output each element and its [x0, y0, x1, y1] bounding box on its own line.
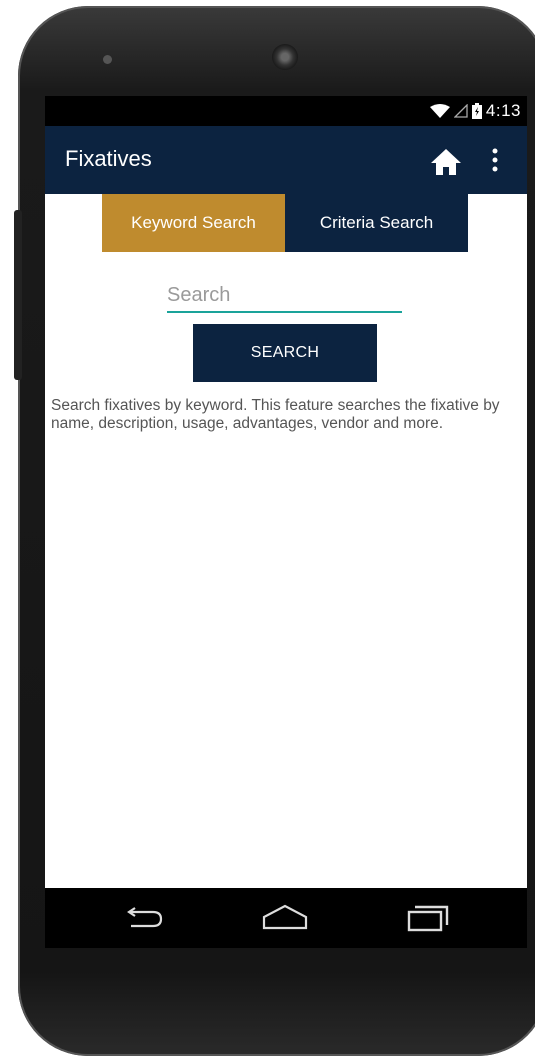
battery-icon — [471, 103, 482, 119]
status-bar: 4:13 — [45, 96, 527, 126]
wifi-icon — [429, 104, 450, 118]
phone-side-button — [14, 210, 22, 380]
app-title: Fixatives — [65, 146, 152, 171]
clock: 4:13 — [485, 101, 521, 120]
home-icon[interactable] — [430, 148, 462, 176]
recent-apps-icon[interactable] — [406, 904, 450, 932]
home-icon[interactable] — [261, 904, 309, 930]
tab-criteria-search[interactable]: Criteria Search — [285, 194, 468, 252]
phone-camera — [272, 44, 298, 70]
tab-keyword-search[interactable]: Keyword Search — [102, 194, 285, 252]
signal-icon — [453, 104, 468, 118]
overflow-menu-icon[interactable] — [491, 148, 499, 172]
app-bar: Fixatives — [45, 126, 527, 194]
navigation-bar — [45, 888, 527, 948]
search-input[interactable] — [167, 279, 402, 313]
search-button[interactable]: SEARCH — [193, 324, 377, 382]
search-description: Search fixatives by keyword. This featur… — [51, 397, 500, 432]
phone-sensor — [103, 55, 112, 64]
search-tabs: Keyword Search Criteria Search — [102, 194, 468, 252]
screen: 4:13 Fixatives Keyword Search Criteria S… — [45, 96, 527, 948]
back-icon[interactable] — [123, 906, 165, 930]
